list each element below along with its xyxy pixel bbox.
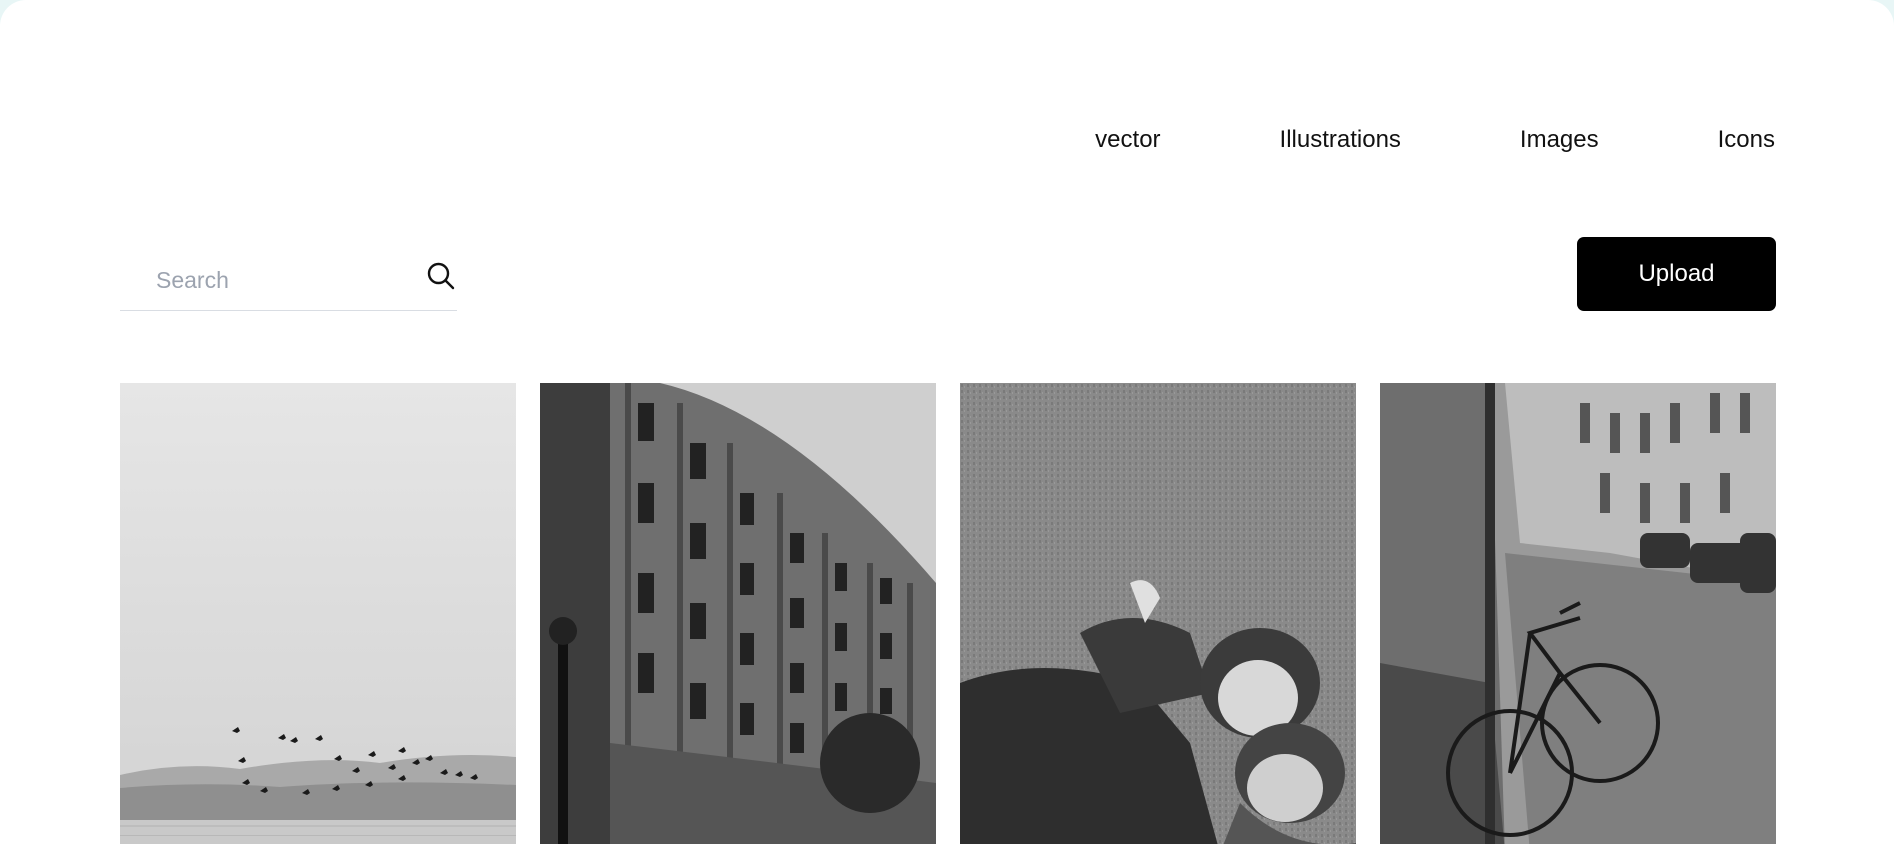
photo-birds-image [120, 383, 516, 844]
search-input[interactable] [120, 259, 418, 301]
photo-bicycle-in-alley[interactable] [1380, 383, 1776, 844]
top-nav: vector Illustrations Images Icons [1095, 124, 1775, 156]
photo-gallery [120, 383, 1776, 844]
nav-item-illustrations[interactable]: Illustrations [1280, 124, 1401, 156]
upload-button[interactable]: Upload [1577, 237, 1776, 311]
photo-couple-image [960, 383, 1356, 844]
photo-curved-building[interactable] [540, 383, 936, 844]
search-icon[interactable] [425, 260, 457, 292]
photo-bicycle-image [1380, 383, 1776, 844]
nav-item-vector[interactable]: vector [1095, 124, 1160, 156]
app-page: vector Illustrations Images Icons Upload [0, 0, 1894, 844]
photo-building-image [540, 383, 936, 844]
photo-couple-on-grass[interactable] [960, 383, 1356, 844]
nav-item-icons[interactable]: Icons [1718, 124, 1775, 156]
nav-item-images[interactable]: Images [1520, 124, 1599, 156]
search-bar [120, 254, 457, 311]
photo-birds-over-lake[interactable] [120, 383, 516, 844]
